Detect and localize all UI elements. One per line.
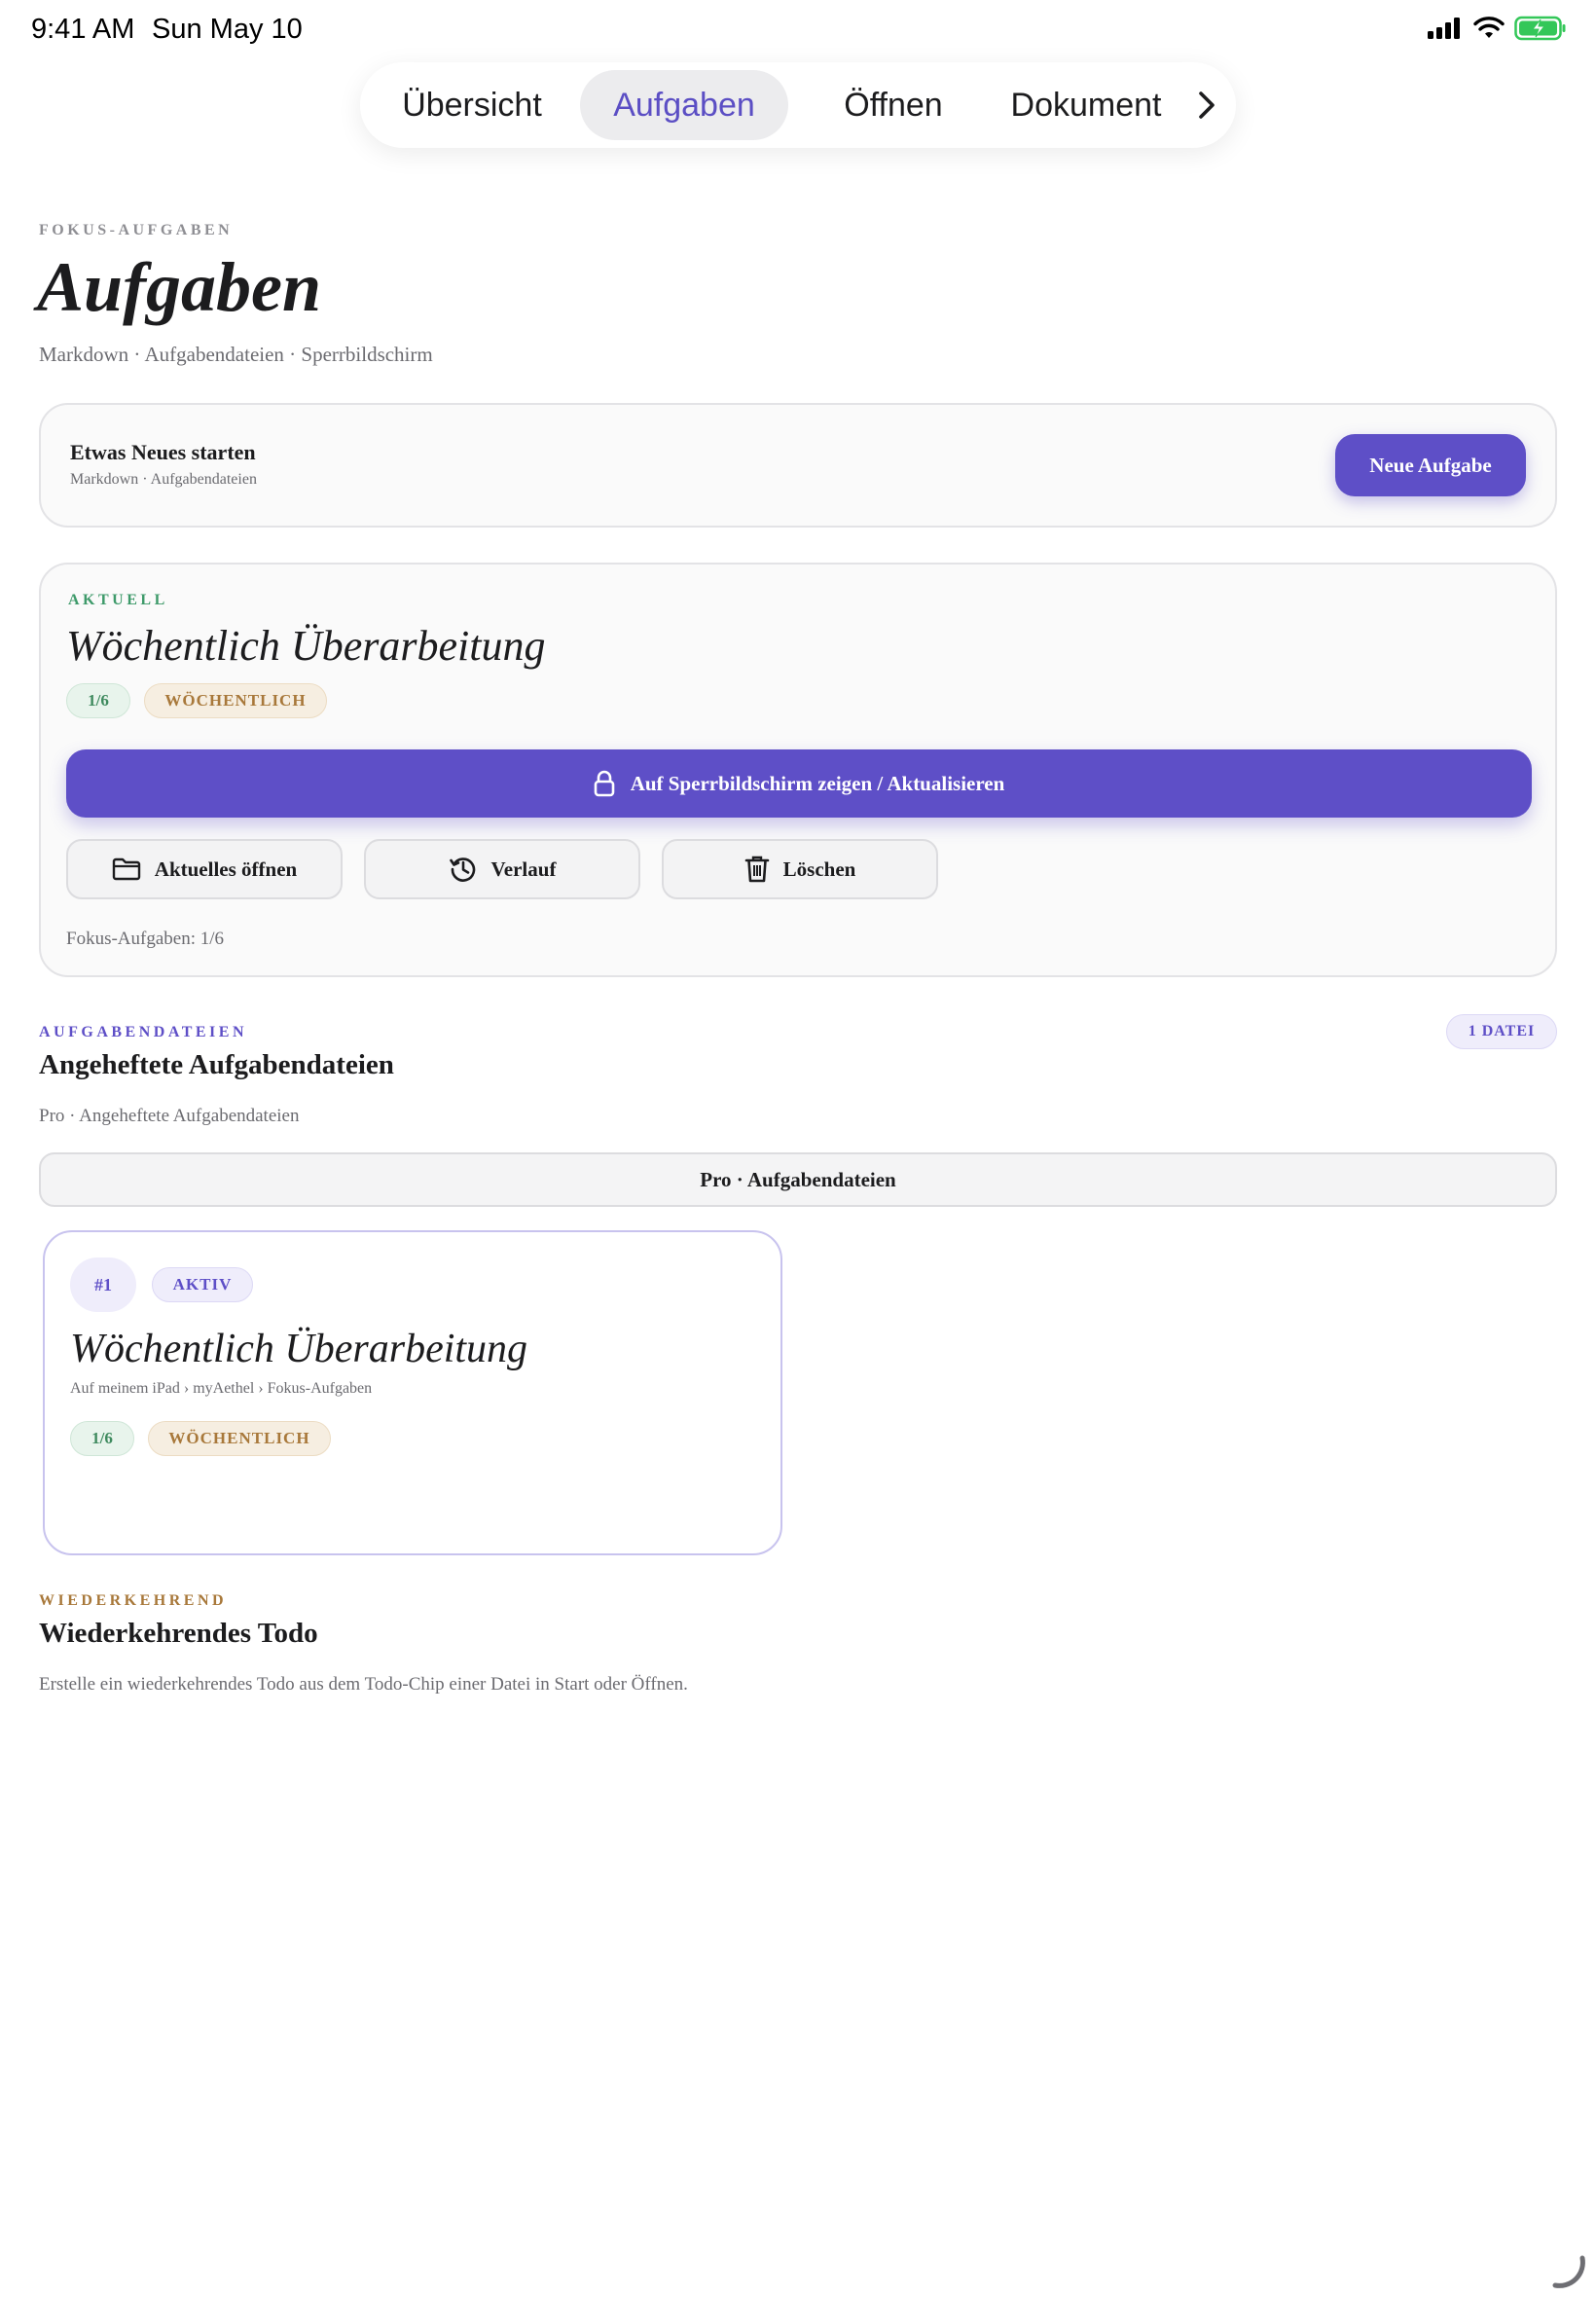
- status-icons: [1427, 16, 1567, 41]
- open-current-button[interactable]: Aktuelles öffnen: [66, 839, 343, 899]
- battery-charging-icon: [1514, 16, 1566, 41]
- current-eyebrow: AKTUELL: [68, 592, 168, 608]
- file-path: Auf meinem iPad › myAethel › Fokus-Aufga…: [70, 1380, 373, 1397]
- history-button[interactable]: Verlauf: [364, 839, 640, 899]
- delete-label: Löschen: [782, 857, 856, 881]
- page-title: Aufgaben: [37, 248, 322, 326]
- start-card-subtitle: Markdown · Aufgabendateien: [70, 471, 257, 488]
- tab-aufgaben[interactable]: Aufgaben: [580, 70, 788, 140]
- recurring-subtitle: Erstelle ein wiederkehrendes Todo aus de…: [39, 1674, 688, 1695]
- page-eyebrow: FOKUS-AUFGABEN: [39, 222, 234, 238]
- progress-badge: 1/6: [66, 683, 130, 718]
- cellular-signal-icon: [1428, 18, 1460, 39]
- files-section-subtitle: Pro · Angeheftete Aufgabendateien: [39, 1106, 300, 1126]
- file-status-badge: AKTIV: [152, 1267, 253, 1302]
- resize-handle-icon[interactable]: [1551, 2254, 1586, 2289]
- recurring-eyebrow: WIEDERKEHREND: [39, 1592, 228, 1609]
- wifi-icon: [1473, 17, 1505, 38]
- folder-icon: [112, 857, 140, 881]
- new-task-button[interactable]: Neue Aufgabe: [1335, 434, 1526, 496]
- top-tab-bar: Übersicht Aufgaben Öffnen Dokument: [360, 62, 1236, 148]
- lock-icon: [594, 770, 614, 797]
- file-title: Wöchentlich Überarbeitung: [70, 1327, 528, 1371]
- files-eyebrow: AUFGABENDATEIEN: [39, 1024, 247, 1040]
- current-footer: Fokus-Aufgaben: 1/6: [66, 929, 225, 949]
- current-task-title: Wöchentlich Überarbeitung: [66, 622, 546, 670]
- lock-screen-button[interactable]: Auf Sperrbildschirm zeigen / Aktualisier…: [66, 749, 1532, 818]
- tab-oeffnen[interactable]: Öffnen: [808, 70, 979, 140]
- status-date: Sun May 10: [152, 14, 303, 45]
- open-current-label: Aktuelles öffnen: [154, 857, 298, 881]
- pro-task-files-button[interactable]: Pro · Aufgabendateien: [39, 1152, 1557, 1207]
- file-index-badge: #1: [70, 1258, 136, 1312]
- tab-dokument[interactable]: Dokument: [979, 70, 1193, 140]
- history-icon: [449, 857, 475, 882]
- delete-button[interactable]: Löschen: [662, 839, 938, 899]
- page-subtitle: Markdown · Aufgabendateien · Sperrbildsc…: [39, 343, 433, 366]
- chevron-right-icon[interactable]: [1189, 88, 1224, 123]
- frequency-badge: WÖCHENTLICH: [144, 683, 327, 718]
- current-task-card: AKTUELL Wöchentlich Überarbeitung 1/6 WÖ…: [39, 563, 1557, 977]
- recurring-title: Wiederkehrendes Todo: [39, 1618, 318, 1649]
- start-card-title: Etwas Neues starten: [70, 440, 256, 464]
- file-frequency-badge: WÖCHENTLICH: [148, 1421, 331, 1456]
- task-file-card[interactable]: #1 AKTIV Wöchentlich Überarbeitung Auf m…: [43, 1230, 782, 1555]
- history-label: Verlauf: [490, 857, 557, 881]
- lock-screen-button-label: Auf Sperrbildschirm zeigen / Aktualisier…: [630, 771, 1005, 795]
- tab-uebersicht[interactable]: Übersicht: [385, 70, 559, 140]
- trash-icon: [744, 856, 769, 883]
- start-new-card: Etwas Neues starten Markdown · Aufgabend…: [39, 403, 1557, 528]
- status-bar: 9:41 AM Sun May 10: [0, 0, 1596, 60]
- files-section-title: Angeheftete Aufgabendateien: [39, 1049, 394, 1080]
- file-progress-badge: 1/6: [70, 1421, 134, 1456]
- file-count-badge: 1 DATEI: [1446, 1014, 1557, 1049]
- status-time: 9:41 AM: [31, 14, 135, 45]
